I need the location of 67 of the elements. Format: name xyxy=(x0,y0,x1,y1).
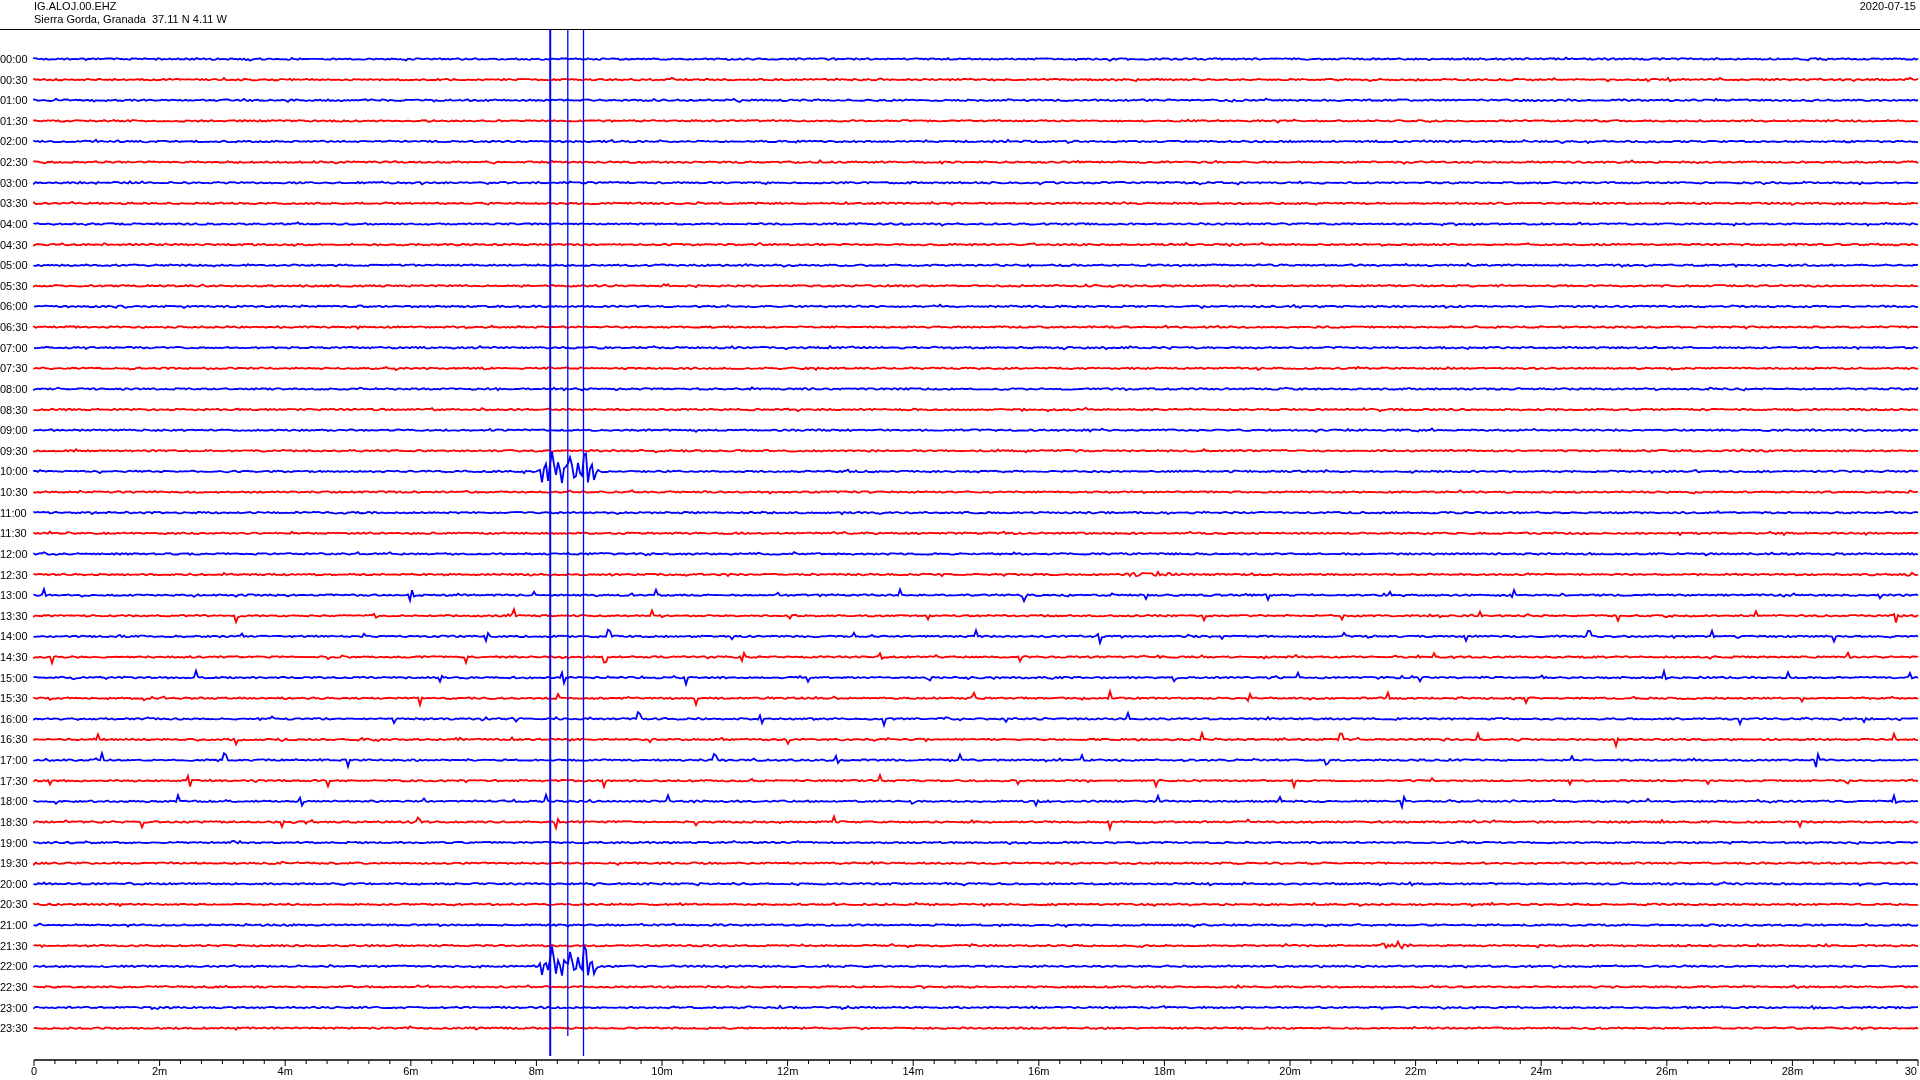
time-label: 13:00 xyxy=(0,589,28,602)
time-label: 18:30 xyxy=(0,815,28,828)
time-label: 06:30 xyxy=(0,321,28,334)
tick-label: 2m xyxy=(151,1065,168,1077)
tick-label: 22m xyxy=(1404,1065,1427,1077)
station-location: Sierra Gorda, Granada 37.11 N 4.11 W xyxy=(34,13,227,26)
time-label: 05:00 xyxy=(0,259,28,272)
time-label: 04:00 xyxy=(0,217,28,230)
time-label: 09:30 xyxy=(0,444,28,457)
tick-label: 16m xyxy=(1028,1065,1050,1077)
tick-label: 24m xyxy=(1530,1065,1552,1077)
time-label: 20:00 xyxy=(0,877,28,890)
time-label: 06:00 xyxy=(0,300,28,313)
tick-label: 8m xyxy=(528,1065,545,1077)
time-label: 17:30 xyxy=(0,774,28,787)
time-label: 02:30 xyxy=(0,156,28,169)
time-label: 21:30 xyxy=(0,939,28,952)
tick-label: 14m xyxy=(902,1065,924,1077)
time-label: 12:00 xyxy=(0,547,28,560)
time-label: 17:00 xyxy=(0,754,28,767)
time-label: 02:00 xyxy=(0,135,28,148)
tick-label: 0 xyxy=(30,1065,38,1077)
date-label: 2020-07-15 xyxy=(1859,0,1916,13)
time-label: 11:00 xyxy=(0,506,27,519)
tick-label: 10m xyxy=(651,1065,673,1077)
time-label: 05:30 xyxy=(0,279,28,292)
tick-label: 20m xyxy=(1279,1065,1301,1077)
time-label: 09:00 xyxy=(0,424,28,437)
time-label: 03:30 xyxy=(0,197,28,210)
time-label: 10:30 xyxy=(0,486,28,498)
station-code: IG.ALOJ.00.EHZ xyxy=(34,0,118,13)
time-label: 08:30 xyxy=(0,403,28,416)
time-label: 15:00 xyxy=(0,671,28,684)
time-label: 23:00 xyxy=(0,1001,28,1014)
time-label: 21:00 xyxy=(0,919,28,932)
tick-label: 6m xyxy=(403,1065,419,1077)
time-label: 01:00 xyxy=(0,94,28,107)
time-label: 16:00 xyxy=(0,712,28,725)
time-label: 23:30 xyxy=(0,1022,28,1035)
time-label: 07:30 xyxy=(0,362,28,375)
time-label: 11:30 xyxy=(0,527,27,540)
time-label: 00:30 xyxy=(0,73,28,86)
time-label: 04:30 xyxy=(0,238,28,251)
time-label: 12:30 xyxy=(0,568,28,581)
time-label: 13:30 xyxy=(0,609,28,622)
tick-label: 12m xyxy=(776,1065,799,1077)
time-label: 14:30 xyxy=(0,651,28,663)
tick-label: 18m xyxy=(1153,1065,1176,1077)
time-label: 00:00 xyxy=(0,53,28,65)
time-label: 19:30 xyxy=(0,857,28,870)
tick-label: 26m xyxy=(1656,1065,1678,1077)
time-label: 22:00 xyxy=(0,960,28,973)
time-label: 10:00 xyxy=(0,465,28,478)
tick-label: 4m xyxy=(277,1065,293,1077)
time-label: 22:30 xyxy=(0,980,28,993)
time-label: 19:00 xyxy=(0,836,28,849)
time-label: 18:00 xyxy=(0,795,28,808)
time-label: 03:00 xyxy=(0,176,28,189)
time-label: 07:00 xyxy=(0,341,28,354)
time-label: 15:30 xyxy=(0,692,28,705)
tick-label: 28m xyxy=(1781,1065,1804,1077)
tick-label: 30 xyxy=(1904,1065,1917,1077)
time-label: 08:00 xyxy=(0,382,28,395)
time-label: 01:30 xyxy=(0,114,28,127)
time-label: 16:30 xyxy=(0,733,28,746)
time-label: 14:00 xyxy=(0,630,28,643)
time-label: 20:30 xyxy=(0,898,28,911)
